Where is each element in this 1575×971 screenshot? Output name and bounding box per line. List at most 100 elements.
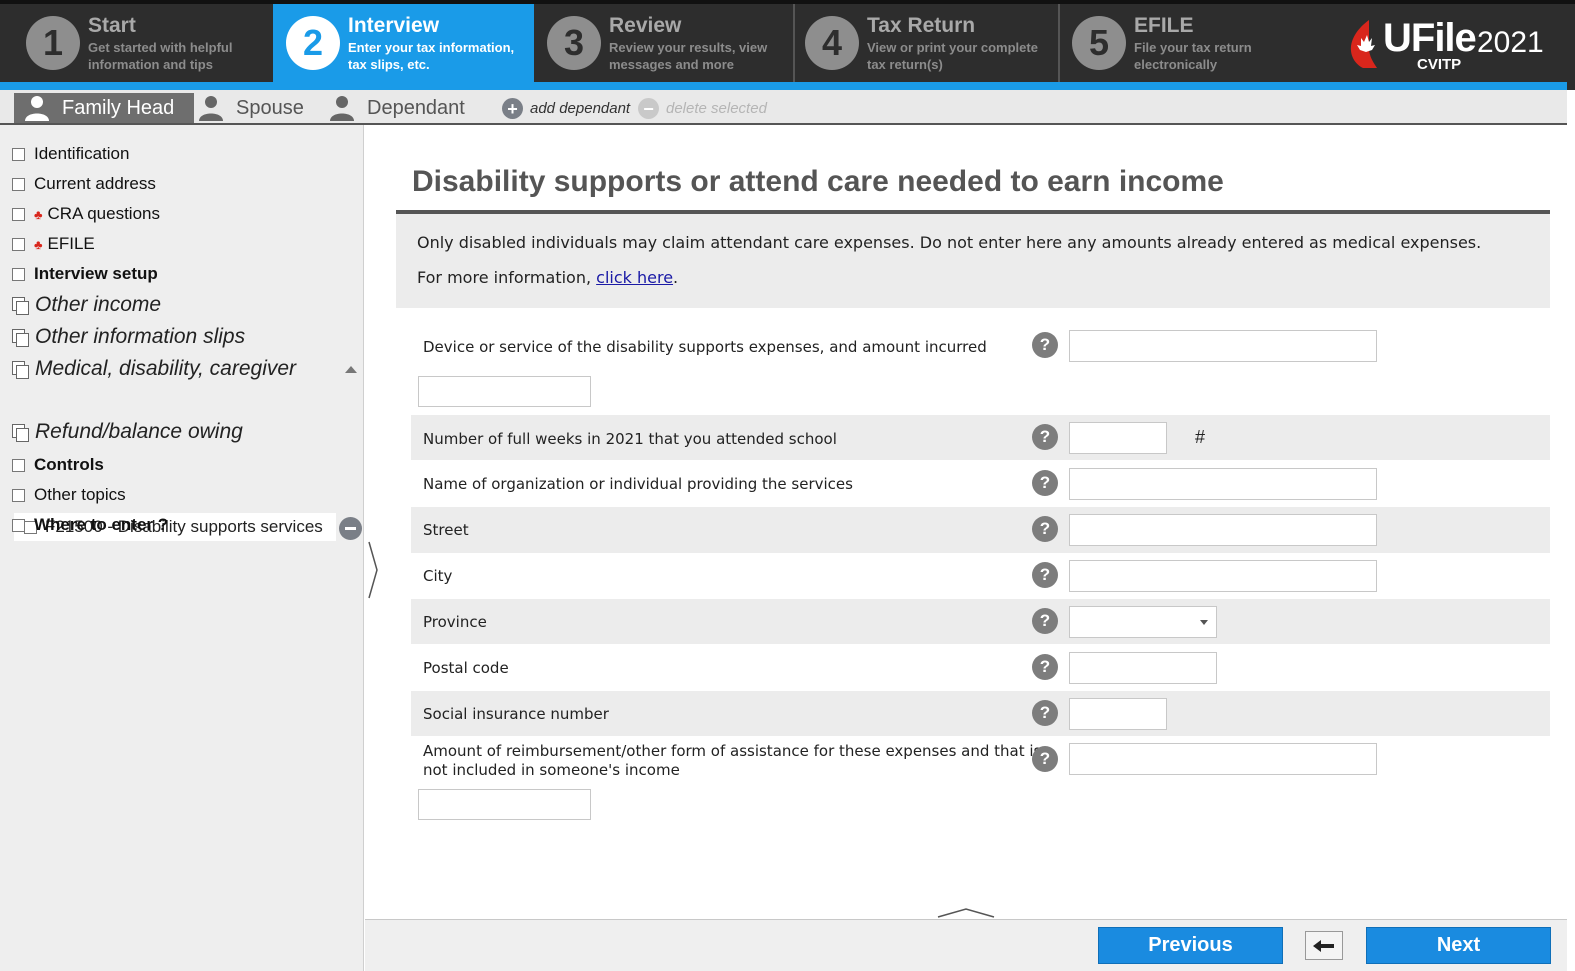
sidebar-item-other-information-slips[interactable]: Other information slips [12, 325, 245, 349]
back-arrow-icon [1313, 939, 1334, 952]
dropdown-caret-icon [1200, 620, 1208, 625]
sidebar-item-interview-setup[interactable]: Interview setup [12, 264, 158, 284]
tab-dependant[interactable]: Dependant [329, 93, 465, 123]
tab-label: Spouse [236, 96, 304, 119]
step-review[interactable]: 3 Review Review your results, view messa… [534, 4, 793, 82]
help-icon[interactable]: ? [1032, 516, 1058, 542]
step-title: Start [88, 14, 136, 37]
tab-family-head[interactable]: Family Head [14, 93, 195, 123]
checkbox[interactable] [12, 147, 25, 161]
field-label: City [423, 567, 453, 585]
sidebar-item-identification[interactable]: Identification [12, 144, 129, 164]
step-title: Tax Return [867, 14, 976, 37]
info-more-suffix: . [673, 268, 679, 287]
checkbox[interactable] [12, 177, 25, 191]
sidebar-item-medical-disability-caregiver[interactable]: Medical, disability, caregiver [12, 357, 296, 381]
add-dependant-label: add dependant [530, 100, 631, 117]
info-more-line: For more information, click here. [417, 268, 678, 287]
step-tax-return[interactable]: 4 Tax Return View or print your complete… [795, 4, 1058, 82]
sidebar-item-label: Interview setup [34, 264, 158, 283]
help-icon[interactable]: ? [1032, 562, 1058, 588]
checkbox[interactable] [12, 518, 25, 532]
checkbox[interactable] [12, 207, 25, 221]
minus-icon: − [638, 98, 659, 119]
checkbox[interactable] [12, 237, 25, 251]
field-label: Social insurance number [423, 705, 609, 723]
help-icon[interactable]: ? [1032, 700, 1058, 726]
delete-selected-label: delete selected [666, 100, 767, 117]
step-number-2: 2 [286, 16, 340, 70]
checkbox[interactable] [12, 267, 25, 281]
person-icon [330, 96, 354, 121]
step-efile[interactable]: 5 EFILE File your tax return electronica… [1060, 4, 1330, 82]
field-row-province: Province ? [411, 599, 1550, 644]
sidebar-item-other-income[interactable]: Other income [12, 293, 161, 317]
step-desc-line2: information and tips [88, 57, 213, 72]
sidebar-item-label: Medical, disability, caregiver [35, 357, 297, 380]
expand-up-icon[interactable] [936, 905, 996, 919]
delete-selected-button[interactable]: − delete selected [638, 98, 767, 119]
step-number-5: 5 [1072, 16, 1126, 70]
help-icon[interactable]: ? [1032, 470, 1058, 496]
remove-form-icon[interactable] [339, 517, 362, 540]
field-label-line1: Amount of reimbursement/other form of as… [423, 742, 1042, 760]
field-row-reimbursement: Amount of reimbursement/other form of as… [411, 737, 1550, 827]
reimbursement-amount-input[interactable] [418, 789, 591, 820]
add-dependant-button[interactable]: + add dependant [502, 98, 630, 119]
field-row-street: Street ? [411, 507, 1550, 553]
step-desc-line1: View or print your complete [867, 40, 1038, 55]
checkbox[interactable] [12, 488, 25, 502]
sidebar-item-where-to-enter[interactable]: Where to enter ? [12, 515, 168, 535]
click-here-link[interactable]: click here [596, 268, 673, 287]
step-desc-line2: tax return(s) [867, 57, 943, 72]
step-interview[interactable]: 2 Interview Enter your tax information, … [273, 4, 534, 82]
maple-leaf-icon: ♣ [34, 236, 43, 252]
checkbox[interactable] [12, 458, 25, 472]
organization-name-input[interactable] [1069, 468, 1377, 500]
sidebar-item-refund-balance-owing[interactable]: Refund/balance owing [12, 420, 243, 444]
pages-icon [12, 423, 29, 442]
tab-spouse[interactable]: Spouse [198, 93, 304, 123]
help-icon[interactable]: ? [1032, 424, 1058, 450]
logo-subtitle: CVITP [1417, 56, 1462, 73]
sidebar-item-label: Controls [34, 455, 104, 474]
next-button[interactable]: Next [1366, 927, 1551, 964]
field-label-line2: not included in someone's income [423, 761, 680, 779]
sidebar-item-current-address[interactable]: Current address [12, 174, 156, 194]
sidebar-item-other-topics[interactable]: Other topics [12, 485, 126, 505]
step-desc-line2: tax slips, etc. [348, 57, 430, 72]
help-icon[interactable]: ? [1032, 332, 1058, 358]
field-row-weeks-school: Number of full weeks in 2021 that you at… [411, 415, 1550, 460]
help-icon[interactable]: ? [1032, 654, 1058, 680]
city-input[interactable] [1069, 560, 1377, 592]
sidebar-item-label: Other topics [34, 485, 126, 504]
sidebar-item-label: Other information slips [35, 325, 246, 348]
step-desc-line1: Get started with helpful [88, 40, 233, 55]
sidebar-item-label: Other income [35, 293, 162, 316]
device-service-input[interactable] [1069, 330, 1377, 362]
step-start[interactable]: 1 Start Get started with helpful informa… [0, 4, 272, 82]
ufile-logo: UFile 2021 CVITP [1345, 14, 1555, 76]
step-number-4: 4 [805, 16, 859, 70]
return-button[interactable] [1305, 931, 1343, 960]
maple-leaf-icon: ♣ [34, 206, 43, 222]
step-desc-line1: File your tax return [1134, 40, 1252, 55]
province-select[interactable] [1069, 606, 1217, 638]
help-icon[interactable]: ? [1032, 746, 1058, 772]
sidebar-item-controls[interactable]: Controls [12, 455, 104, 475]
sidebar-item-efile[interactable]: ♣ EFILE [12, 234, 95, 254]
sin-input[interactable] [1069, 698, 1167, 730]
street-input[interactable] [1069, 514, 1377, 546]
previous-button[interactable]: Previous [1098, 927, 1283, 964]
person-icon [25, 96, 49, 121]
postal-code-input[interactable] [1069, 652, 1217, 684]
sidebar-item-cra-questions[interactable]: ♣ CRA questions [12, 204, 160, 224]
device-amount-input[interactable] [418, 376, 591, 407]
tab-label: Dependant [367, 96, 465, 119]
weeks-school-input[interactable] [1069, 422, 1167, 454]
sidebar-item-label: Identification [34, 144, 130, 163]
collapse-arrow-icon[interactable] [345, 366, 357, 373]
step-desc-line2: electronically [1134, 57, 1218, 72]
help-icon[interactable]: ? [1032, 608, 1058, 634]
reimbursement-input[interactable] [1069, 743, 1377, 775]
